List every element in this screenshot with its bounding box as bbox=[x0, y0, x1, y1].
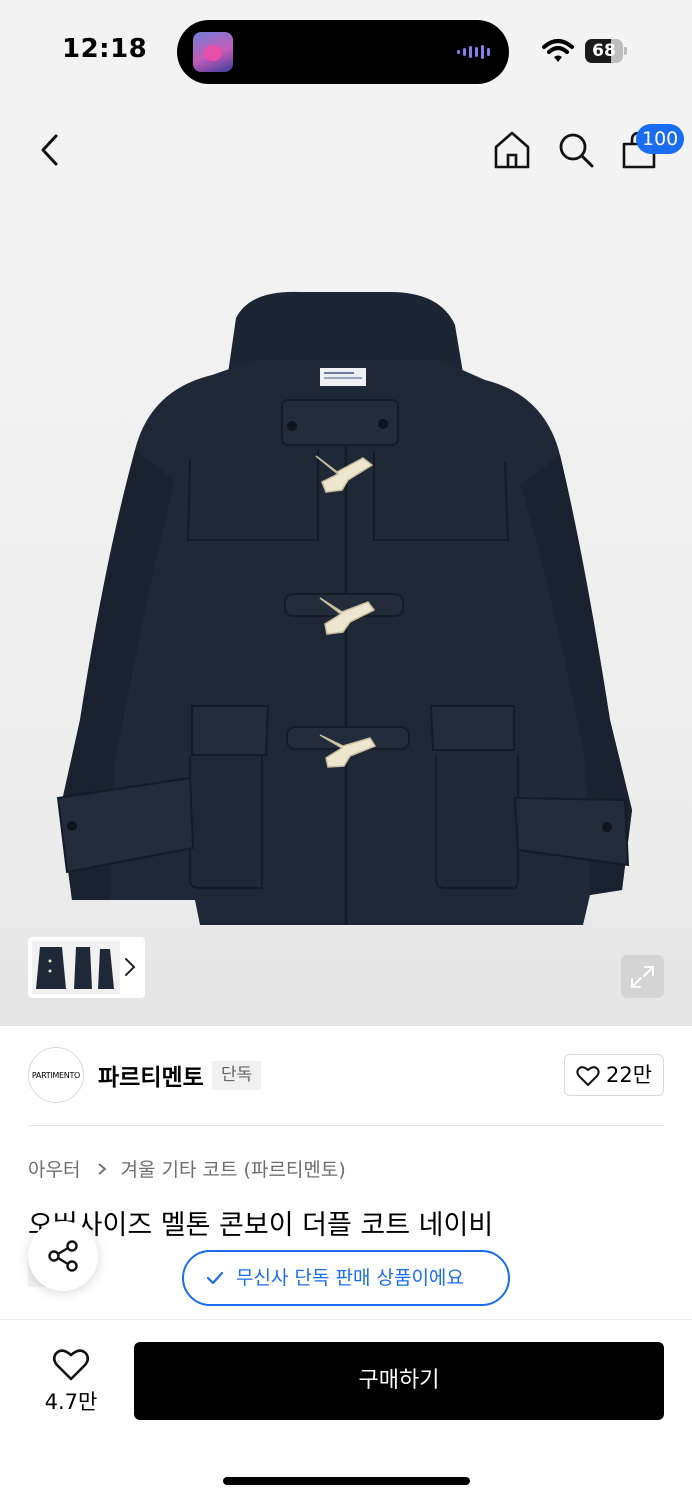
home-indicator[interactable] bbox=[223, 1477, 470, 1485]
coat-thumbnails bbox=[32, 941, 120, 994]
share-button[interactable] bbox=[28, 1221, 98, 1291]
product-image-gallery[interactable] bbox=[0, 200, 692, 1026]
product-image-duffle-coat bbox=[56, 291, 632, 925]
battery-percent: 68 bbox=[592, 41, 616, 61]
brand-logo[interactable]: PARTIMENTO bbox=[28, 1047, 84, 1103]
cart-count-badge: 100 bbox=[636, 124, 685, 154]
chevron-right-icon bbox=[125, 958, 136, 976]
heart-icon bbox=[576, 1066, 600, 1086]
brand-like-count: 22만 bbox=[606, 1063, 653, 1087]
thumbnail-strip[interactable] bbox=[28, 937, 145, 998]
home-icon[interactable] bbox=[492, 130, 532, 170]
heart-icon bbox=[52, 1349, 90, 1381]
status-bar: 12:18 68 bbox=[0, 0, 692, 100]
product-title: 오버사이즈 멜톤 콘보이 더플 코트 네이비 bbox=[28, 1210, 494, 1241]
wifi-icon bbox=[542, 39, 574, 62]
bottom-action-bar: 4.7만 구매하기 bbox=[0, 1319, 692, 1500]
breadcrumb-item-outer[interactable]: 아우터 bbox=[28, 1159, 80, 1181]
exclusive-notice-text: 무신사 단독 판매 상품이에요 bbox=[236, 1267, 464, 1289]
battery-indicator: 68 bbox=[585, 39, 627, 63]
top-navigation: 100 bbox=[0, 100, 692, 322]
like-count: 4.7만 bbox=[44, 1390, 98, 1414]
check-icon bbox=[206, 1271, 224, 1285]
audio-wave-icon bbox=[457, 45, 490, 59]
dynamic-island[interactable] bbox=[177, 20, 509, 84]
chevron-right-icon bbox=[97, 1163, 106, 1175]
expand-icon bbox=[631, 966, 654, 988]
back-icon[interactable] bbox=[34, 130, 66, 170]
breadcrumb-item-category[interactable]: 겨울 기타 코트 (파르티멘토) bbox=[121, 1159, 346, 1181]
buy-button[interactable]: 구매하기 bbox=[134, 1342, 664, 1420]
breadcrumb: 아우터 겨울 기타 코트 (파르티멘토) bbox=[28, 1155, 346, 1182]
status-time: 12:18 bbox=[62, 34, 148, 64]
like-button[interactable]: 4.7만 bbox=[30, 1346, 112, 1416]
divider bbox=[28, 1125, 664, 1126]
now-playing-artwork bbox=[193, 32, 233, 72]
exclusive-notice-pill[interactable]: 무신사 단독 판매 상품이에요 bbox=[182, 1250, 510, 1306]
expand-image-button[interactable] bbox=[621, 955, 664, 998]
share-icon bbox=[48, 1240, 78, 1272]
brand-name[interactable]: 파르티멘토 bbox=[98, 1058, 204, 1092]
search-icon[interactable] bbox=[556, 130, 596, 170]
brand-exclusive-tag: 단독 bbox=[212, 1061, 262, 1090]
brand-like-button[interactable]: 22만 bbox=[564, 1054, 664, 1096]
